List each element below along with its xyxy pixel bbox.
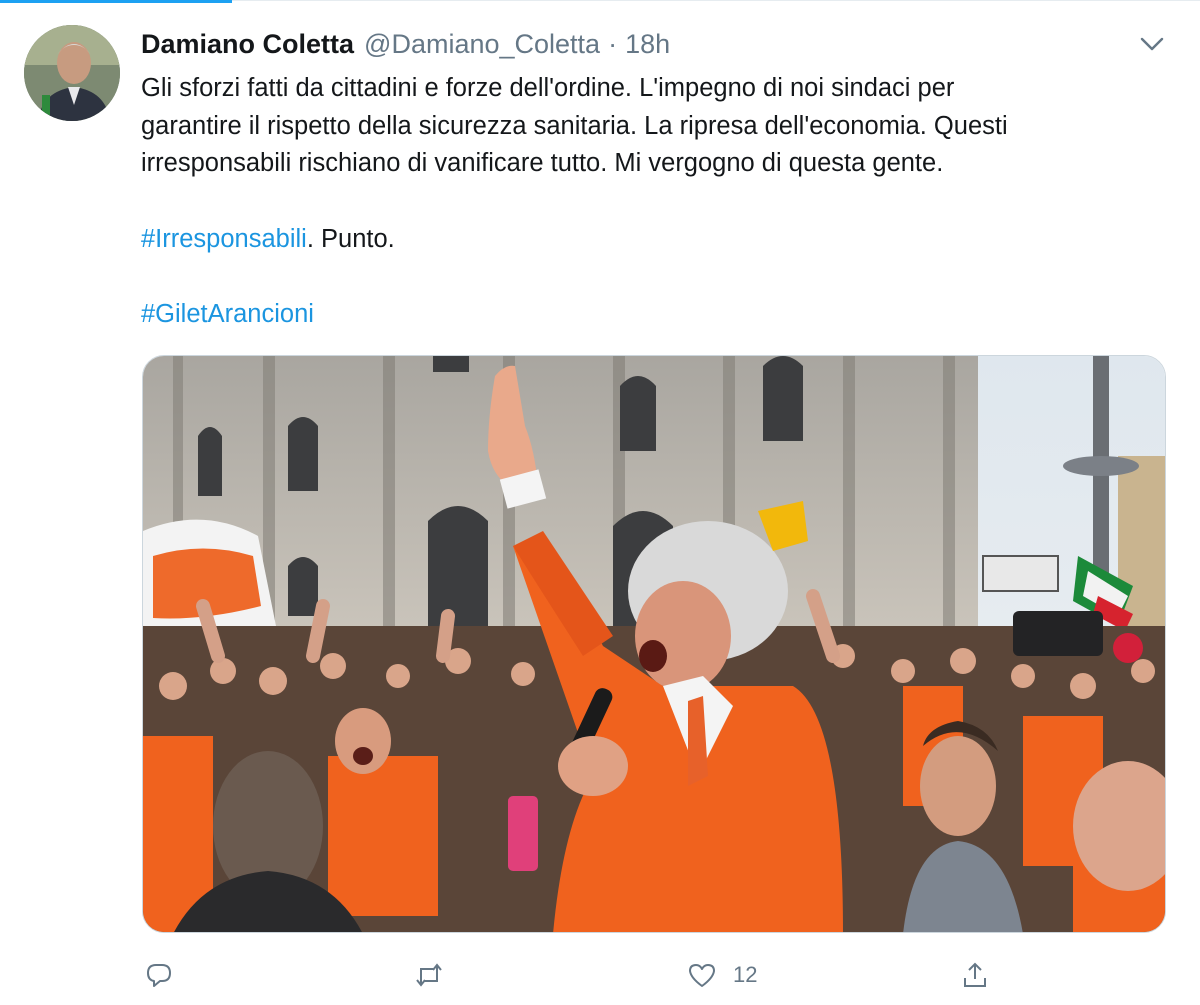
tweet-line: Gli sforzi fatti da cittadini e forze de… xyxy=(141,74,955,102)
like-button[interactable]: 12 xyxy=(687,955,757,995)
chevron-down-icon[interactable] xyxy=(1138,33,1166,55)
retweet-button[interactable] xyxy=(414,955,444,995)
avatar-image xyxy=(24,25,120,121)
active-tab-indicator xyxy=(0,0,232,3)
retweet-icon xyxy=(416,963,442,987)
hashtag-irresponsabili[interactable]: #Irresponsabili xyxy=(141,225,307,253)
heart-icon xyxy=(689,964,715,987)
reply-button[interactable] xyxy=(144,955,174,995)
like-count: 12 xyxy=(733,962,758,987)
hashtag-suffix: . Punto. xyxy=(306,224,395,253)
tweet-paragraph: Gli sforzi fatti da cittadini e forze de… xyxy=(141,70,1171,183)
avatar[interactable] xyxy=(24,25,120,121)
reply-icon xyxy=(147,964,171,987)
author-handle[interactable]: @Damiano_Coletta xyxy=(364,29,600,60)
share-icon xyxy=(964,962,986,987)
separator: · xyxy=(608,28,618,59)
hashtag-giletarancioni[interactable]: #GiletArancioni xyxy=(141,300,314,328)
tweet-paragraph: #GiletArancioni xyxy=(141,296,1171,334)
tweet-line: garantire il rispetto della sicurezza sa… xyxy=(141,111,1008,140)
tweet-paragraph: #Irresponsabili. Punto. xyxy=(141,221,1171,259)
timestamp[interactable]: 18h xyxy=(625,29,670,60)
tweet-action-bar: 12 xyxy=(142,955,1166,995)
tweet-header: Damiano Coletta @Damiano_Coletta · 18h xyxy=(141,26,670,62)
share-button[interactable] xyxy=(960,955,990,995)
author-name[interactable]: Damiano Coletta xyxy=(141,29,354,60)
tweet-line: irresponsabili rischiano di vanificare t… xyxy=(141,149,944,177)
tweet-text: Gli sforzi fatti da cittadini e forze de… xyxy=(141,70,1171,334)
tweet-photo[interactable] xyxy=(142,355,1166,933)
protest-photo xyxy=(143,356,1165,932)
